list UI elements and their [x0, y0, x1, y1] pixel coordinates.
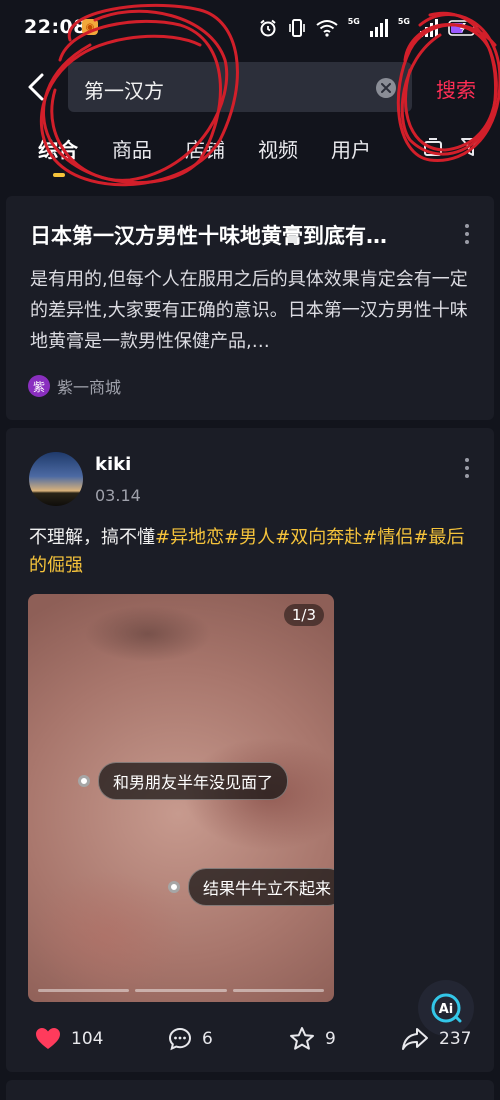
- post-image[interactable]: 1/3 和男朋友半年没见面了 结果牛牛立不起来: [28, 594, 334, 1002]
- share-count: 237: [439, 1029, 472, 1049]
- screen: 22:08 ◉ 5G 5G 第一汉方 搜索 综合 商品 店铺 视频 用户 日本第…: [0, 0, 500, 1100]
- tag-dot: [168, 881, 180, 893]
- tag-dot: [78, 775, 90, 787]
- wifi-icon: [316, 20, 338, 37]
- source-name: 紫一商城: [57, 378, 122, 397]
- close-icon: [381, 83, 391, 93]
- vibrate-icon: [288, 19, 305, 37]
- more-tabs-icon[interactable]: [422, 136, 444, 158]
- network-label-1: 5G: [347, 17, 360, 26]
- signal-icon: [369, 19, 388, 37]
- article-more-button[interactable]: [463, 224, 471, 244]
- like-count: 104: [71, 1029, 104, 1049]
- heart-icon: [36, 1028, 60, 1049]
- post-tag[interactable]: #情侣: [362, 527, 413, 548]
- post-date: 03.14: [95, 486, 141, 505]
- tab-bar: 综合 商品 店铺 视频 用户: [0, 126, 500, 184]
- article-snippet: 是有用的,但每个人在服用之后的具体效果肯定会有一定的差异性,大家要有正确的意识。…: [30, 269, 468, 352]
- image-tag-label: 结果牛牛立不起来: [188, 868, 334, 906]
- tab-videos[interactable]: 视频: [258, 134, 298, 163]
- post-more-button[interactable]: [463, 458, 471, 478]
- comment-icon: [168, 1027, 192, 1051]
- search-input[interactable]: 第一汉方: [68, 62, 412, 112]
- image-tag-2[interactable]: 结果牛牛立不起来: [168, 868, 334, 906]
- source-avatar-icon: 紫: [28, 375, 50, 397]
- clear-search-button[interactable]: [376, 78, 396, 98]
- alarm-icon: [260, 19, 276, 37]
- share-button[interactable]: 237: [401, 1024, 471, 1054]
- next-card: [6, 1080, 494, 1100]
- comment-count: 6: [202, 1029, 213, 1049]
- share-icon: [402, 1028, 428, 1050]
- network-label-2: 5G: [397, 17, 410, 26]
- search-button[interactable]: 搜索: [436, 74, 476, 103]
- back-button[interactable]: [22, 72, 52, 102]
- star-icon: [290, 1027, 314, 1050]
- article-card[interactable]: 日本第一汉方男性十味地黄膏到底有… 是有用的,但每个人在服用之后的具体效果肯定会…: [6, 196, 494, 420]
- image-counter: 1/3: [283, 604, 324, 626]
- tab-products[interactable]: 商品: [112, 134, 152, 163]
- signal-icon-2: [420, 19, 438, 37]
- status-bar: 22:08 ◉ 5G 5G: [0, 0, 500, 56]
- comment-button[interactable]: 6: [168, 1024, 213, 1054]
- article-title[interactable]: 日本第一汉方男性十味地黄膏到底有…: [30, 220, 440, 250]
- image-pager: [38, 989, 324, 992]
- search-header: 第一汉方 搜索: [0, 58, 500, 114]
- post-tag[interactable]: #异地恋: [155, 527, 224, 548]
- pager-segment: [232, 989, 324, 992]
- tab-comprehensive[interactable]: 综合: [38, 134, 78, 163]
- ai-icon: Ai: [431, 993, 462, 1023]
- post-tag[interactable]: #男人: [224, 527, 275, 548]
- notification-app-icon: ◉: [82, 19, 98, 35]
- filter-icon[interactable]: [460, 136, 482, 158]
- favorite-button[interactable]: 9: [289, 1024, 336, 1054]
- status-time: 22:08: [24, 16, 87, 38]
- post-tag[interactable]: #双向奔赴: [275, 527, 362, 548]
- article-source[interactable]: 紫 紫一商城: [28, 374, 121, 398]
- status-icons: 5G 5G: [258, 17, 478, 39]
- image-tag-1[interactable]: 和男朋友半年没见面了: [78, 762, 289, 800]
- battery-icon: [448, 20, 478, 36]
- post-text: 不理解，搞不懂#异地恋#男人#双向奔赴#情侣#最后的倔强: [29, 524, 475, 580]
- search-query-text: 第一汉方: [84, 79, 164, 103]
- post-action-bar: 104 6 9 237: [6, 1024, 494, 1054]
- pager-segment: [135, 989, 227, 992]
- ai-label: Ai: [439, 1002, 454, 1017]
- avatar[interactable]: [29, 452, 83, 506]
- image-tag-label: 和男朋友半年没见面了: [98, 762, 289, 800]
- post-username[interactable]: kiki: [95, 454, 131, 475]
- like-button[interactable]: 104: [35, 1024, 103, 1054]
- tab-users[interactable]: 用户: [331, 134, 371, 163]
- pager-segment: [38, 989, 130, 992]
- post-card: kiki 03.14 不理解，搞不懂#异地恋#男人#双向奔赴#情侣#最后的倔强 …: [6, 428, 494, 1072]
- tab-shops[interactable]: 店铺: [185, 134, 225, 163]
- active-tab-indicator: [53, 173, 65, 177]
- post-text-plain: 不理解，搞不懂: [29, 527, 155, 548]
- favorite-count: 9: [325, 1029, 336, 1049]
- chevron-left-icon: [28, 73, 44, 101]
